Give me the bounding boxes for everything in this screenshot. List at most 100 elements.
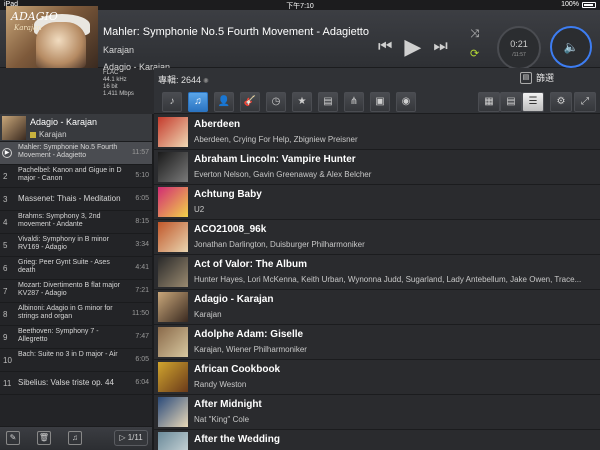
audio-format-info: FLAC 44.1 kHz 16 bit 1.411 Mbps <box>103 70 134 98</box>
queue-track-number: 8 <box>3 310 8 319</box>
album-thumbnail <box>158 257 188 287</box>
queue-track-number: 4 <box>3 218 8 227</box>
queue-row[interactable]: 10 Bach: Suite no 3 in D major - Air 6:05 <box>0 349 152 372</box>
previous-track-icon[interactable]: ⏮ <box>378 38 392 56</box>
folder-icon[interactable]: ▤ <box>318 92 338 112</box>
volume-button[interactable]: 🔈 <box>550 26 592 68</box>
album-row[interactable]: Abraham Lincoln: Vampire Hunter Everton N… <box>154 150 600 185</box>
battery-indicator: 100% <box>561 1 596 8</box>
queue-list: ▶ Mahler: Symphonie No.5 Fourth Movement … <box>0 142 152 395</box>
network-icon[interactable]: ⋔ <box>344 92 364 112</box>
fullscreen-icon[interactable]: ⤢ <box>574 92 596 112</box>
repeat-icon[interactable]: ⟳ <box>470 47 479 60</box>
album-row[interactable]: Adolphe Adam: Giselle Karajan, Wiener Phi… <box>154 325 600 360</box>
album-artists: Aberdeen, Crying For Help, Zbigniew Prei… <box>194 135 358 144</box>
now-playing-indicator-icon: ▶ <box>2 148 12 158</box>
queue-album-thumb <box>2 116 26 140</box>
folder-star-icon[interactable]: ★ <box>292 92 312 112</box>
album-thumbnail <box>158 327 188 357</box>
album-artists: Randy Weston <box>194 380 247 389</box>
queue-track-number: 2 <box>3 172 8 181</box>
album-count: 專輯: 2644 ✺ <box>158 73 209 86</box>
queue-row[interactable]: 4 Brahms: Symphony 3, 2nd movement - Anda… <box>0 211 152 234</box>
queue-track-duration: 4:41 <box>135 264 149 271</box>
filter-button[interactable]: ▤ 篩選 <box>519 71 554 84</box>
album-title: Achtung Baby <box>194 189 262 200</box>
queue-track-duration: 7:21 <box>135 287 149 294</box>
guitar-icon[interactable]: 🎸 <box>240 92 260 112</box>
now-playing-cover[interactable]: ADAGIO Karajan <box>6 6 98 68</box>
album-title: After the Wedding <box>194 434 280 445</box>
album-row[interactable]: After Midnight Nat "King" Cole <box>154 395 600 430</box>
queue-track-number: 6 <box>3 264 8 273</box>
album-artists: Hunter Hayes, Lori McKenna, Keith Urban,… <box>194 275 582 284</box>
shuffle-icon[interactable]: ⤨ <box>470 28 479 41</box>
album-artists: Karajan, Wiener Philharmoniker <box>194 345 307 354</box>
album-title: Act of Valor: The Album <box>194 259 307 270</box>
device-icon[interactable]: ▣ <box>370 92 390 112</box>
battery-percent: 100% <box>561 1 579 8</box>
album-row[interactable]: Aberdeen Aberdeen, Crying For Help, Zbign… <box>154 115 600 150</box>
pager-play-icon: ▷ <box>119 433 126 442</box>
queue-track-duration: 7:47 <box>135 333 149 340</box>
queue-row[interactable]: 5 Vivaldi: Symphony in B minor RV169 - Ad… <box>0 234 152 257</box>
album-row[interactable]: Achtung Baby U2 <box>154 185 600 220</box>
album-thumbnail <box>158 397 188 427</box>
queue-track-title: Mahler: Symphonie No.5 Fourth Movement -… <box>18 144 118 159</box>
compact-view-icon[interactable]: ▤ <box>500 92 522 112</box>
edit-icon[interactable]: ✎ <box>6 431 20 445</box>
queue-track-title: Brahms: Symphony 3, 2nd movement - Andan… <box>18 213 101 228</box>
now-playing-title: Mahler: Symphonie No.5 Fourth Movement -… <box>103 26 369 38</box>
queue-row[interactable]: ▶ Mahler: Symphonie No.5 Fourth Movement … <box>0 142 152 165</box>
album-artists: Karajan <box>194 310 222 319</box>
queue-track-number: 11 <box>3 379 12 388</box>
album-list: Aberdeen Aberdeen, Crying For Help, Zbign… <box>154 115 600 450</box>
queue-track-duration: 5:10 <box>135 172 149 179</box>
loading-spinner-icon: ✺ <box>203 78 209 85</box>
album-title: ACO21008_96k <box>194 224 267 235</box>
filter-icon: ▤ <box>519 71 532 84</box>
queue-row[interactable]: 9 Beethoven: Symphony 7 - Allegretto 7:47 <box>0 326 152 349</box>
queue-track-number: 7 <box>3 287 8 296</box>
cover-title: ADAGIO <box>11 10 58 23</box>
elapsed-time: 0:21 <box>510 39 528 49</box>
album-row[interactable]: After the Wedding <box>154 430 600 450</box>
queue-track-title: Sibelius: Valse triste op. 44 <box>18 378 114 387</box>
grid-view-icon[interactable]: ▦ <box>478 92 500 112</box>
queue-row[interactable]: 6 Grieg: Peer Gynt Suite - Ases death 4:41 <box>0 257 152 280</box>
label-badge-icon <box>30 131 36 138</box>
album-row[interactable]: Act of Valor: The Album Hunter Hayes, Lor… <box>154 255 600 290</box>
queue-track-number: 5 <box>3 241 8 250</box>
play-icon[interactable]: ▶ <box>404 34 421 60</box>
queue-row[interactable]: 8 Albinoni: Adagio in G minor for strings… <box>0 303 152 326</box>
queue-row[interactable]: 7 Mozart: Divertimento B flat major KV287… <box>0 280 152 303</box>
queue-row[interactable]: 11 Sibelius: Valse triste op. 44 6:04 <box>0 372 152 395</box>
progress-dial[interactable]: 0:21 /11:57 <box>497 26 541 70</box>
music-note-icon[interactable]: ♪ <box>162 92 182 112</box>
playlist-icon[interactable]: ♫ <box>68 431 82 445</box>
format-samplerate: 44.1 kHz <box>103 77 127 83</box>
queue-row[interactable]: 2 Pachelbel: Kanon and Gigue in D major -… <box>0 165 152 188</box>
trash-icon[interactable]: 🗑 <box>37 431 51 445</box>
queue-pager[interactable]: ▷ 1/11 <box>114 430 148 446</box>
album-row[interactable]: ACO21008_96k Jonathan Darlington, Duisbur… <box>154 220 600 255</box>
queue-album-header[interactable]: Adagio - Karajan Karajan <box>0 114 152 142</box>
radio-icon[interactable]: ◉ <box>396 92 416 112</box>
album-row[interactable]: African Cookbook Randy Weston <box>154 360 600 395</box>
album-row[interactable]: Adagio - Karajan Karajan <box>154 290 600 325</box>
queue-track-title: Beethoven: Symphony 7 - Allegretto <box>18 328 99 343</box>
queue-album-artist: Karajan <box>39 130 67 139</box>
settings-icon[interactable]: ⚙ <box>550 92 572 112</box>
next-track-icon[interactable]: ⏭ <box>433 38 447 56</box>
list-view-icon[interactable]: ☰ <box>522 92 544 112</box>
album-icon[interactable]: ♫ <box>188 92 208 112</box>
album-thumbnail <box>158 187 188 217</box>
speaker-icon: 🔈 <box>563 40 579 54</box>
album-artists: U2 <box>194 205 205 214</box>
album-thumbnail <box>158 432 188 450</box>
queue-track-duration: 6:05 <box>135 195 149 202</box>
queue-track-duration: 11:50 <box>132 310 149 317</box>
artist-icon[interactable]: 👤 <box>214 92 234 112</box>
queue-row[interactable]: 3 Massenet: Thais - Meditation 6:05 <box>0 188 152 211</box>
clock-icon[interactable]: ◷ <box>266 92 286 112</box>
